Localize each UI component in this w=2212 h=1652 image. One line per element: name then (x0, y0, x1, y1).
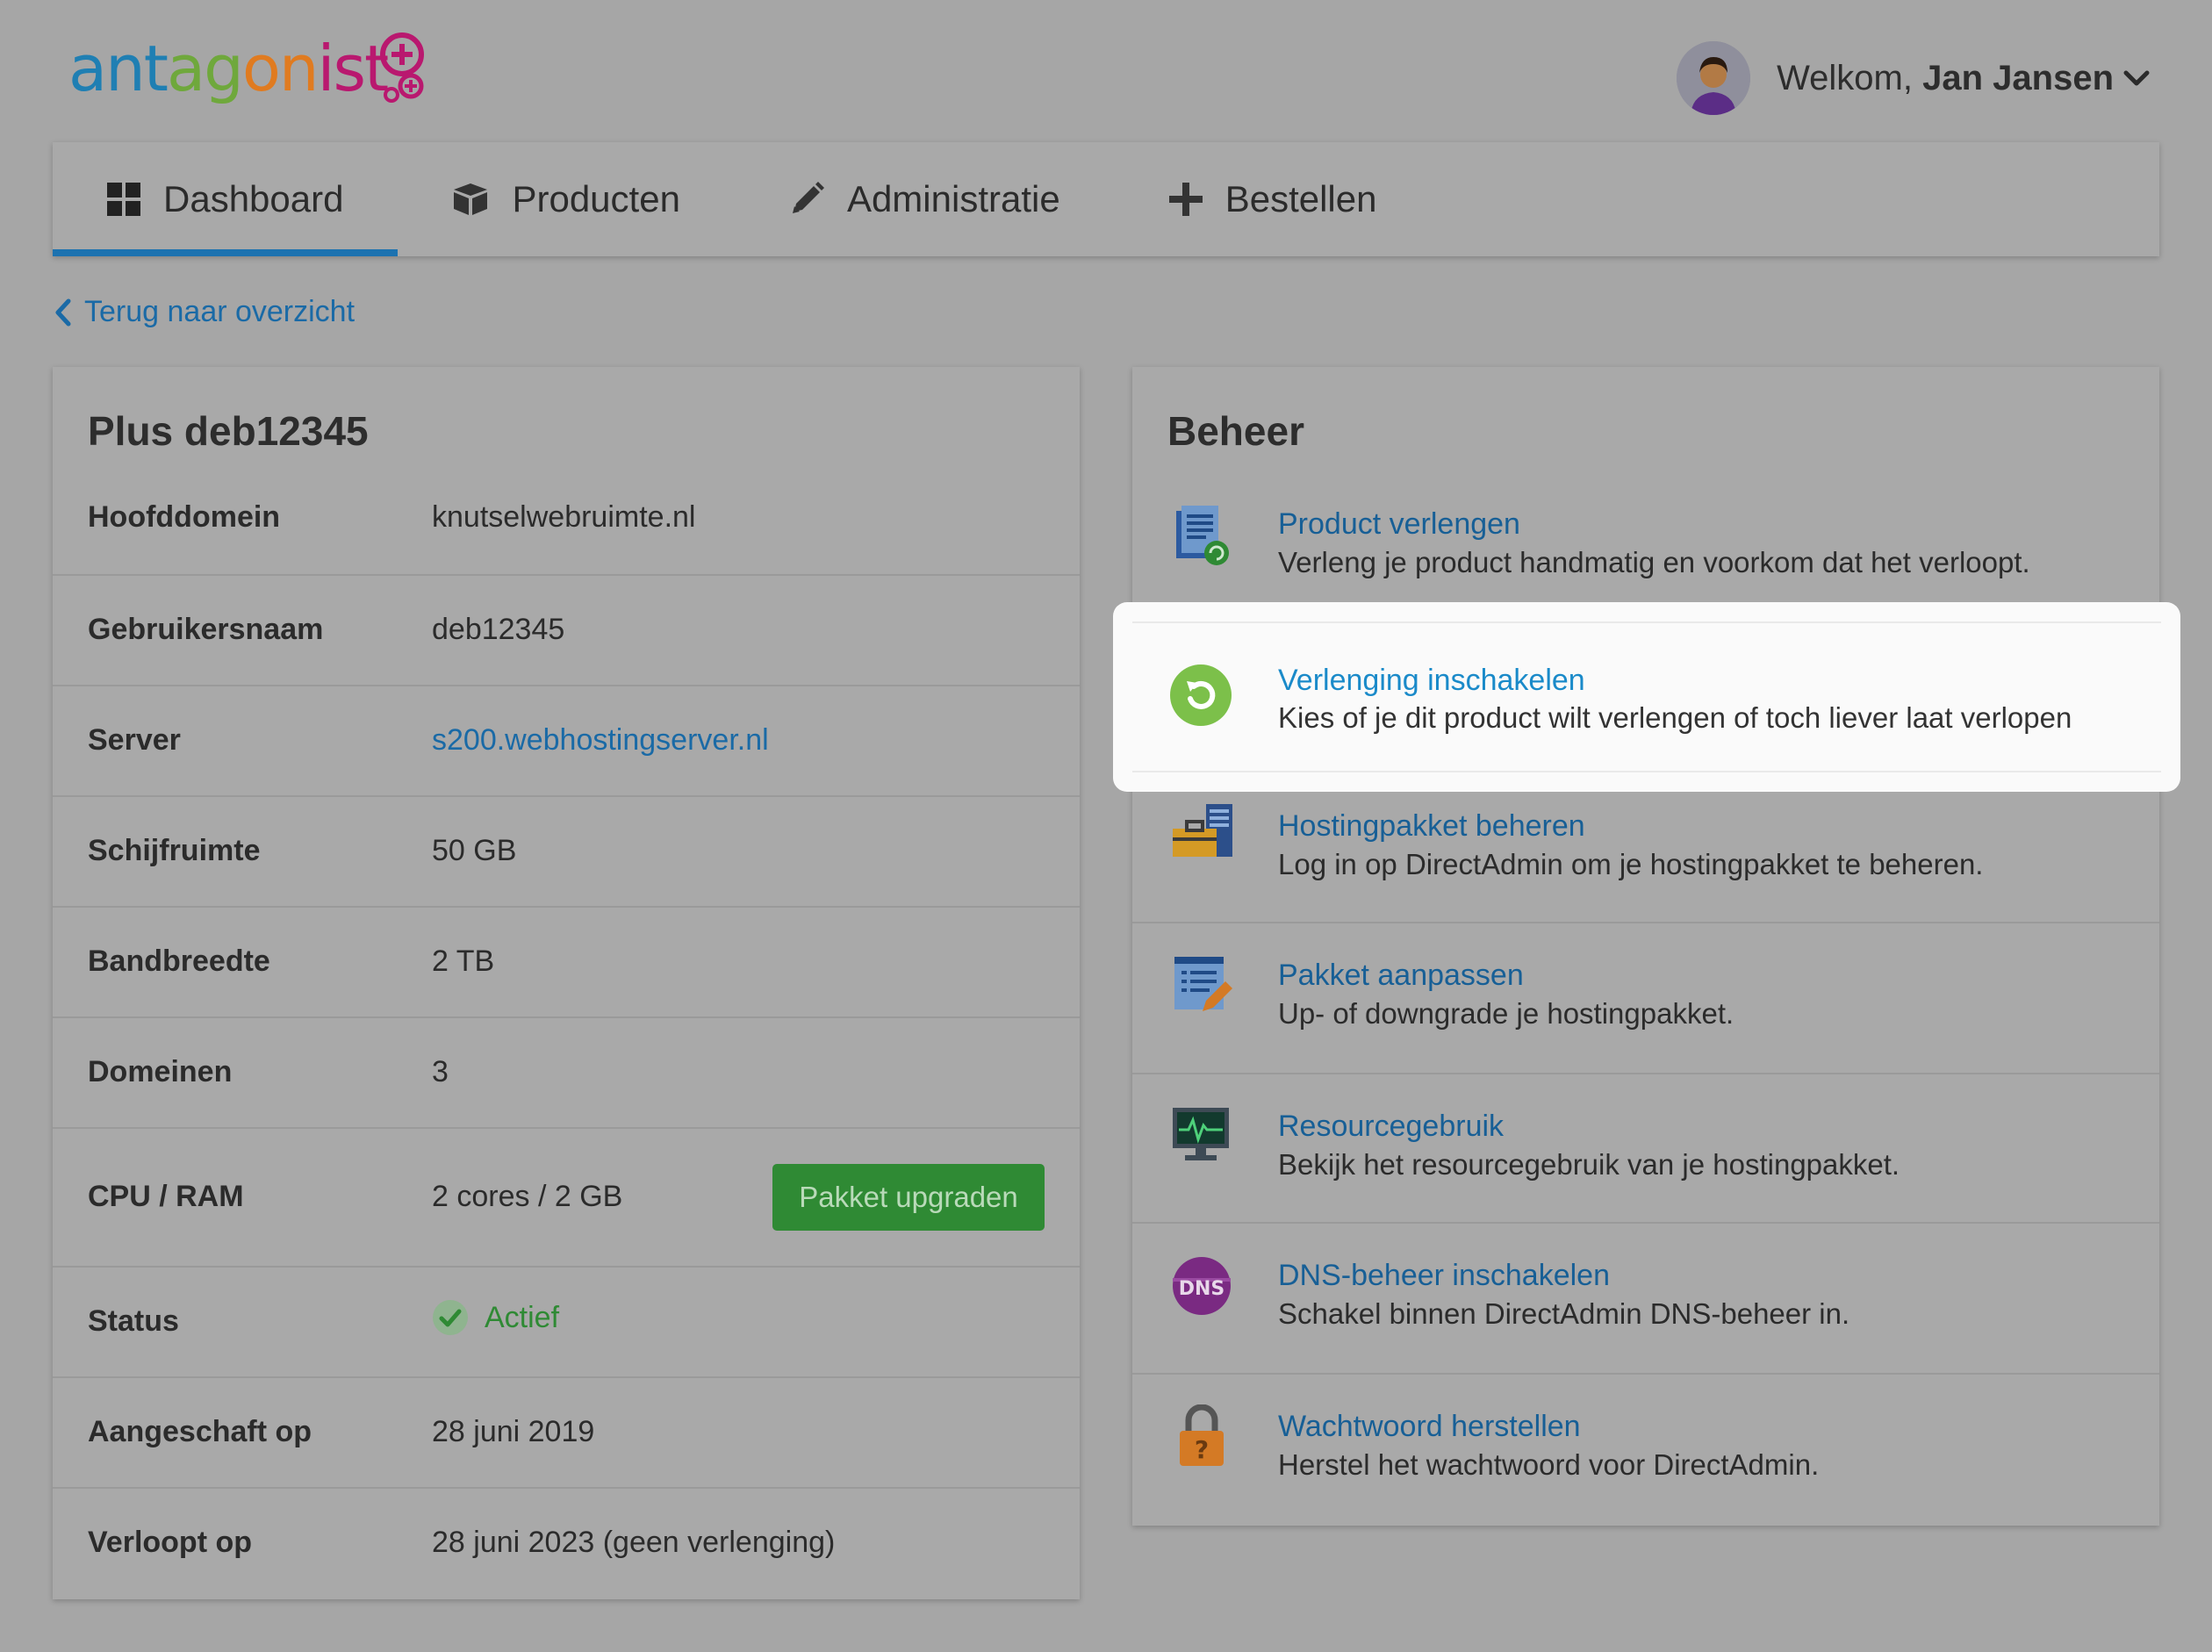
beheer-item-resourcegebruik[interactable]: Resourcegebruik Bekijk het resourcegebru… (1132, 1073, 2159, 1222)
pencil-icon (789, 182, 824, 217)
detail-label: Gebruikersnaam (88, 613, 324, 646)
beheer-item-desc: Up- of downgrade je hostingpakket. (1278, 997, 1734, 1030)
beheer-item-title[interactable]: Wachtwoord herstellen (1278, 1410, 1581, 1444)
detail-value: 28 juni 2023 (geen verlenging) (432, 1526, 836, 1559)
box-icon (452, 182, 489, 217)
status-badge: Actief (432, 1299, 559, 1336)
detail-row-gebruikersnaam: Gebruikersnaam deb12345 (53, 574, 1080, 685)
beheer-item-title[interactable]: Verlenging inschakelen (1278, 664, 1585, 698)
detail-label: Status (88, 1304, 179, 1338)
detail-row-bandbreedte: Bandbreedte 2 TB (53, 906, 1080, 1016)
tab-administratie[interactable]: Administratie (735, 142, 1115, 256)
beheer-item-desc: Herstel het wachtwoord voor DirectAdmin. (1278, 1448, 1820, 1481)
server-briefcase-icon (1173, 804, 1232, 857)
beheer-item-hostingpakket-beheren[interactable]: Hostingpakket beheren Log in op DirectAd… (1132, 772, 2159, 922)
tab-label: Producten (512, 178, 680, 219)
detail-row-verloopt: Verloopt op 28 juni 2023 (geen verlengin… (53, 1487, 1080, 1599)
user-menu[interactable]: Welkom, Jan Jansen (1677, 39, 2151, 118)
logo-wordmark: antagonist (68, 32, 389, 105)
detail-value: knutselwebruimte.nl (432, 500, 696, 534)
svg-text:?: ? (1195, 1435, 1209, 1464)
detail-row-aangeschaft: Aangeschaft op 28 juni 2019 (53, 1376, 1080, 1487)
detail-label: Server (88, 723, 181, 757)
grid-icon (107, 183, 140, 216)
detail-value: 50 GB (432, 834, 517, 867)
padlock-icon: ? (1180, 1404, 1224, 1466)
monitor-icon (1173, 1108, 1229, 1160)
beheer-item-desc: Log in op DirectAdmin om je hostingpakke… (1278, 848, 1984, 880)
beheer-title: Beheer (1167, 408, 1304, 454)
beheer-item-desc: Kies of je dit product wilt verlengen of… (1278, 701, 2072, 734)
detail-value: 2 cores / 2 GB (432, 1180, 623, 1213)
server-link[interactable]: s200.webhostingserver.nl (432, 723, 769, 758)
detail-value: deb12345 (432, 613, 565, 646)
back-link[interactable]: Terug naar overzicht (54, 295, 355, 329)
beheer-item-desc: Verleng je product handmatig en voorkom … (1278, 546, 2030, 578)
detail-label: Aangeschaft op (88, 1415, 312, 1448)
beheer-item-dns-beheer[interactable]: DNS DNS-beheer inschakelen Schakel binne… (1132, 1222, 2159, 1373)
detail-row-cpu-ram: CPU / RAM 2 cores / 2 GB Pakket upgraden (53, 1127, 1080, 1266)
renew-document-icon (1176, 506, 1229, 565)
beheer-item-title[interactable]: DNS-beheer inschakelen (1278, 1259, 1610, 1293)
status-text: Actief (485, 1300, 560, 1334)
detail-row-server: Server s200.webhostingserver.nl (53, 685, 1080, 795)
detail-label: Hoofddomein (88, 500, 281, 534)
detail-label: Bandbreedte (88, 945, 270, 978)
refresh-icon (1170, 664, 1232, 726)
detail-row-schijfruimte: Schijfruimte 50 GB (53, 795, 1080, 906)
detail-label: Domeinen (88, 1055, 233, 1088)
main-nav: Dashboard Producten Administratie Bestel… (53, 142, 2159, 256)
beheer-item-title[interactable]: Pakket aanpassen (1278, 959, 1524, 993)
tab-label: Dashboard (163, 178, 344, 219)
detail-value: 3 (432, 1055, 449, 1088)
dns-icon: DNS (1173, 1257, 1231, 1315)
check-circle-icon (433, 1300, 468, 1335)
tab-label: Administratie (846, 178, 1060, 219)
beheer-item-title[interactable]: Hostingpakket beheren (1278, 809, 1585, 844)
logo-plus-icon (380, 32, 424, 103)
tab-dashboard[interactable]: Dashboard (53, 142, 399, 256)
tab-bestellen[interactable]: Bestellen (1115, 142, 1432, 256)
detail-value: 2 TB (432, 945, 495, 978)
upgrade-package-button[interactable]: Pakket upgraden (772, 1164, 1045, 1231)
edit-list-icon (1174, 957, 1232, 1011)
product-title: Plus deb12345 (88, 408, 369, 454)
beheer-item-title[interactable]: Resourcegebruik (1278, 1110, 1504, 1144)
beheer-item-pakket-aanpassen[interactable]: Pakket aanpassen Up- of downgrade je hos… (1132, 922, 2159, 1073)
beheer-item-product-verlengen[interactable]: Product verlengen Verleng je product han… (1132, 472, 2159, 621)
detail-row-hoofddomein: Hoofddomein knutselwebruimte.nl (53, 463, 1080, 574)
beheer-item-title[interactable]: Product verlengen (1278, 507, 1520, 542)
chevron-left-icon (55, 298, 71, 326)
beheer-item-desc: Schakel binnen DirectAdmin DNS-beheer in… (1278, 1297, 1850, 1330)
back-link-label: Terug naar overzicht (84, 295, 356, 328)
beheer-item-verlenging-inschakelen[interactable]: Verlenging inschakelen Kies of je dit pr… (1113, 602, 2180, 792)
beheer-item-desc: Bekijk het resourcegebruik van je hostin… (1278, 1148, 1900, 1181)
product-details-panel: Plus deb12345 Hoofddomein knutselwebruim… (53, 367, 1080, 1599)
detail-label: CPU / RAM (88, 1180, 244, 1213)
detail-row-status: Status Actief (53, 1266, 1080, 1376)
detail-value: 28 juni 2019 (432, 1415, 595, 1448)
detail-label: Schijfruimte (88, 834, 261, 867)
beheer-item-wachtwoord-herstellen[interactable]: ? Wachtwoord herstellen Herstel het wach… (1132, 1373, 2159, 1526)
welcome-text: Welkom, Jan Jansen (1777, 58, 2114, 97)
chevron-down-icon[interactable] (2122, 64, 2151, 92)
avatar (1677, 41, 1751, 115)
tab-producten[interactable]: Producten (398, 142, 734, 256)
beheer-panel: Beheer Product verlengen Verleng je prod… (1132, 367, 2159, 1526)
detail-label: Verloopt op (88, 1526, 252, 1559)
logo[interactable]: antagonist (68, 30, 437, 118)
detail-row-domeinen: Domeinen 3 (53, 1016, 1080, 1127)
svg-text:DNS: DNS (1179, 1278, 1225, 1300)
tab-label: Bestellen (1224, 178, 1377, 219)
plus-icon (1168, 183, 1203, 216)
